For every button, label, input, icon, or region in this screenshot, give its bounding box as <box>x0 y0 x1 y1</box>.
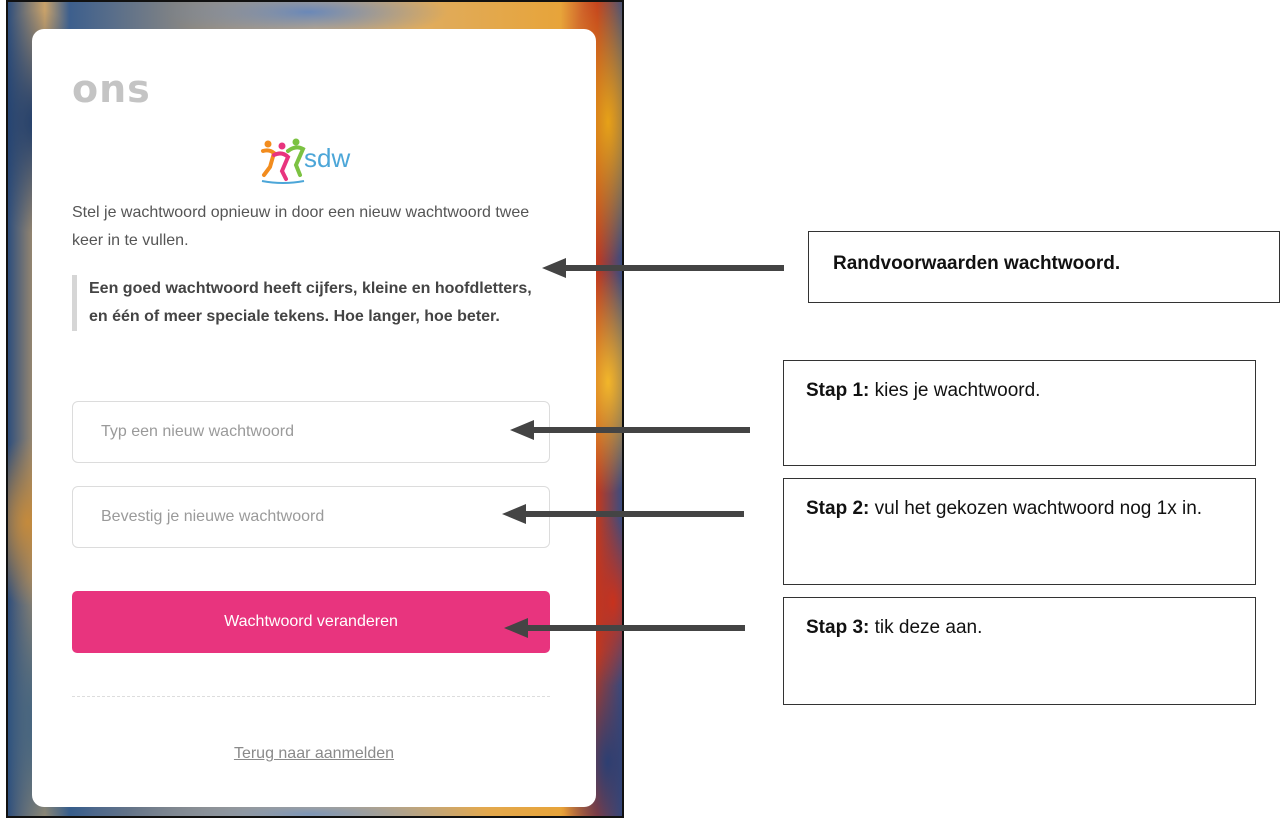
divider <box>72 696 550 697</box>
confirm-password-input[interactable] <box>72 486 550 548</box>
callout-password-requirements: Randvoorwaarden wachtwoord. <box>808 231 1280 303</box>
new-password-input[interactable] <box>72 401 550 463</box>
ons-brand-logo: ons <box>72 67 151 111</box>
callout-step-1: Stap 1: kies je wachtwoord. <box>783 360 1256 466</box>
sdw-dancers-logo-icon <box>261 138 306 184</box>
callout-title: Randvoorwaarden wachtwoord. <box>833 253 1121 274</box>
change-password-button[interactable]: Wachtwoord veranderen <box>72 591 550 653</box>
sdw-logo-text: sdw <box>304 143 351 173</box>
reset-password-card: ons sdw Stel je wachtwoord opnieuw in do… <box>32 29 596 807</box>
step-text: vul het gekozen wachtwoord nog 1x in. <box>869 498 1203 519</box>
back-to-login-link[interactable]: Terug naar aanmelden <box>32 745 596 763</box>
step-label: Stap 3: <box>806 617 870 638</box>
intro-text: Stel je wachtwoord opnieuw in door een n… <box>72 204 530 249</box>
step-label: Stap 1: <box>806 380 870 401</box>
callout-step-2: Stap 2: vul het gekozen wachtwoord nog 1… <box>783 478 1256 585</box>
screenshot-frame: ons sdw Stel je wachtwoord opnieuw in do… <box>6 0 624 818</box>
step-text: tik deze aan. <box>869 617 983 638</box>
step-text: kies je wachtwoord. <box>869 380 1041 401</box>
password-rules: Een goed wachtwoord heeft cijfers, klein… <box>72 275 539 331</box>
step-label: Stap 2: <box>806 498 870 519</box>
callout-step-3: Stap 3: tik deze aan. <box>783 597 1256 705</box>
sdw-logo: sdw <box>260 137 380 187</box>
